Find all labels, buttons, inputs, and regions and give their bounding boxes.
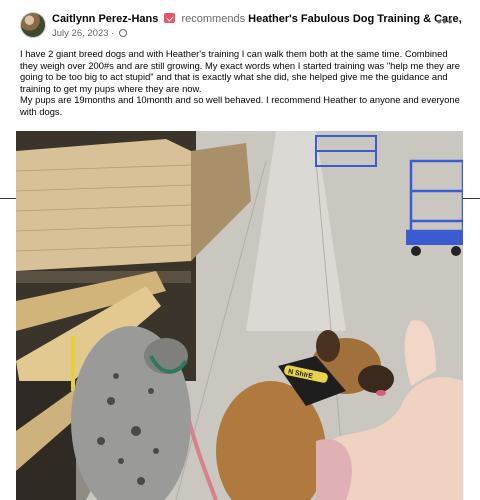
divider-right — [462, 198, 480, 199]
author-avatar[interactable] — [20, 12, 46, 38]
recommended-page-name[interactable]: Heather's Fabulous Dog Training & Care, … — [248, 13, 463, 25]
photo-scene: N ShIrE — [16, 131, 463, 500]
cart-wheel — [451, 246, 461, 256]
post-paragraph-1: I have 2 giant breed dogs and with Heath… — [20, 48, 461, 94]
more-options-icon: ••• — [436, 13, 454, 29]
post-date[interactable]: July 26, 2023 — [52, 28, 109, 39]
author-name[interactable]: Caitlynn Perez-Hans — [52, 13, 158, 25]
post-meta: July 26, 2023 · — [52, 28, 127, 39]
recommends-label: recommends — [181, 13, 246, 25]
more-options-button[interactable]: ••• — [434, 13, 456, 30]
date-separator: · — [111, 28, 115, 39]
rack-post — [71, 336, 75, 391]
post-header: Caitlynn Perez-Hans recommends Heather's… — [16, 6, 463, 44]
post-photo[interactable]: N ShIrE — [16, 131, 463, 500]
lumber-stack — [16, 139, 191, 271]
post-paragraph-2: My pups are 19months and 10month and so … — [20, 94, 460, 117]
rack-shelf — [16, 271, 191, 283]
divider-left — [0, 198, 16, 199]
globe-icon — [118, 29, 127, 37]
recommendation-post-card: Caitlynn Perez-Hans recommends Heather's… — [16, 6, 463, 500]
cart-wheel — [411, 246, 421, 256]
post-title-line: Caitlynn Perez-Hans recommends Heather's… — [52, 13, 463, 25]
recommend-icon — [164, 13, 176, 23]
blue-cart-base — [406, 231, 463, 245]
post-body: I have 2 giant breed dogs and with Heath… — [20, 48, 460, 118]
